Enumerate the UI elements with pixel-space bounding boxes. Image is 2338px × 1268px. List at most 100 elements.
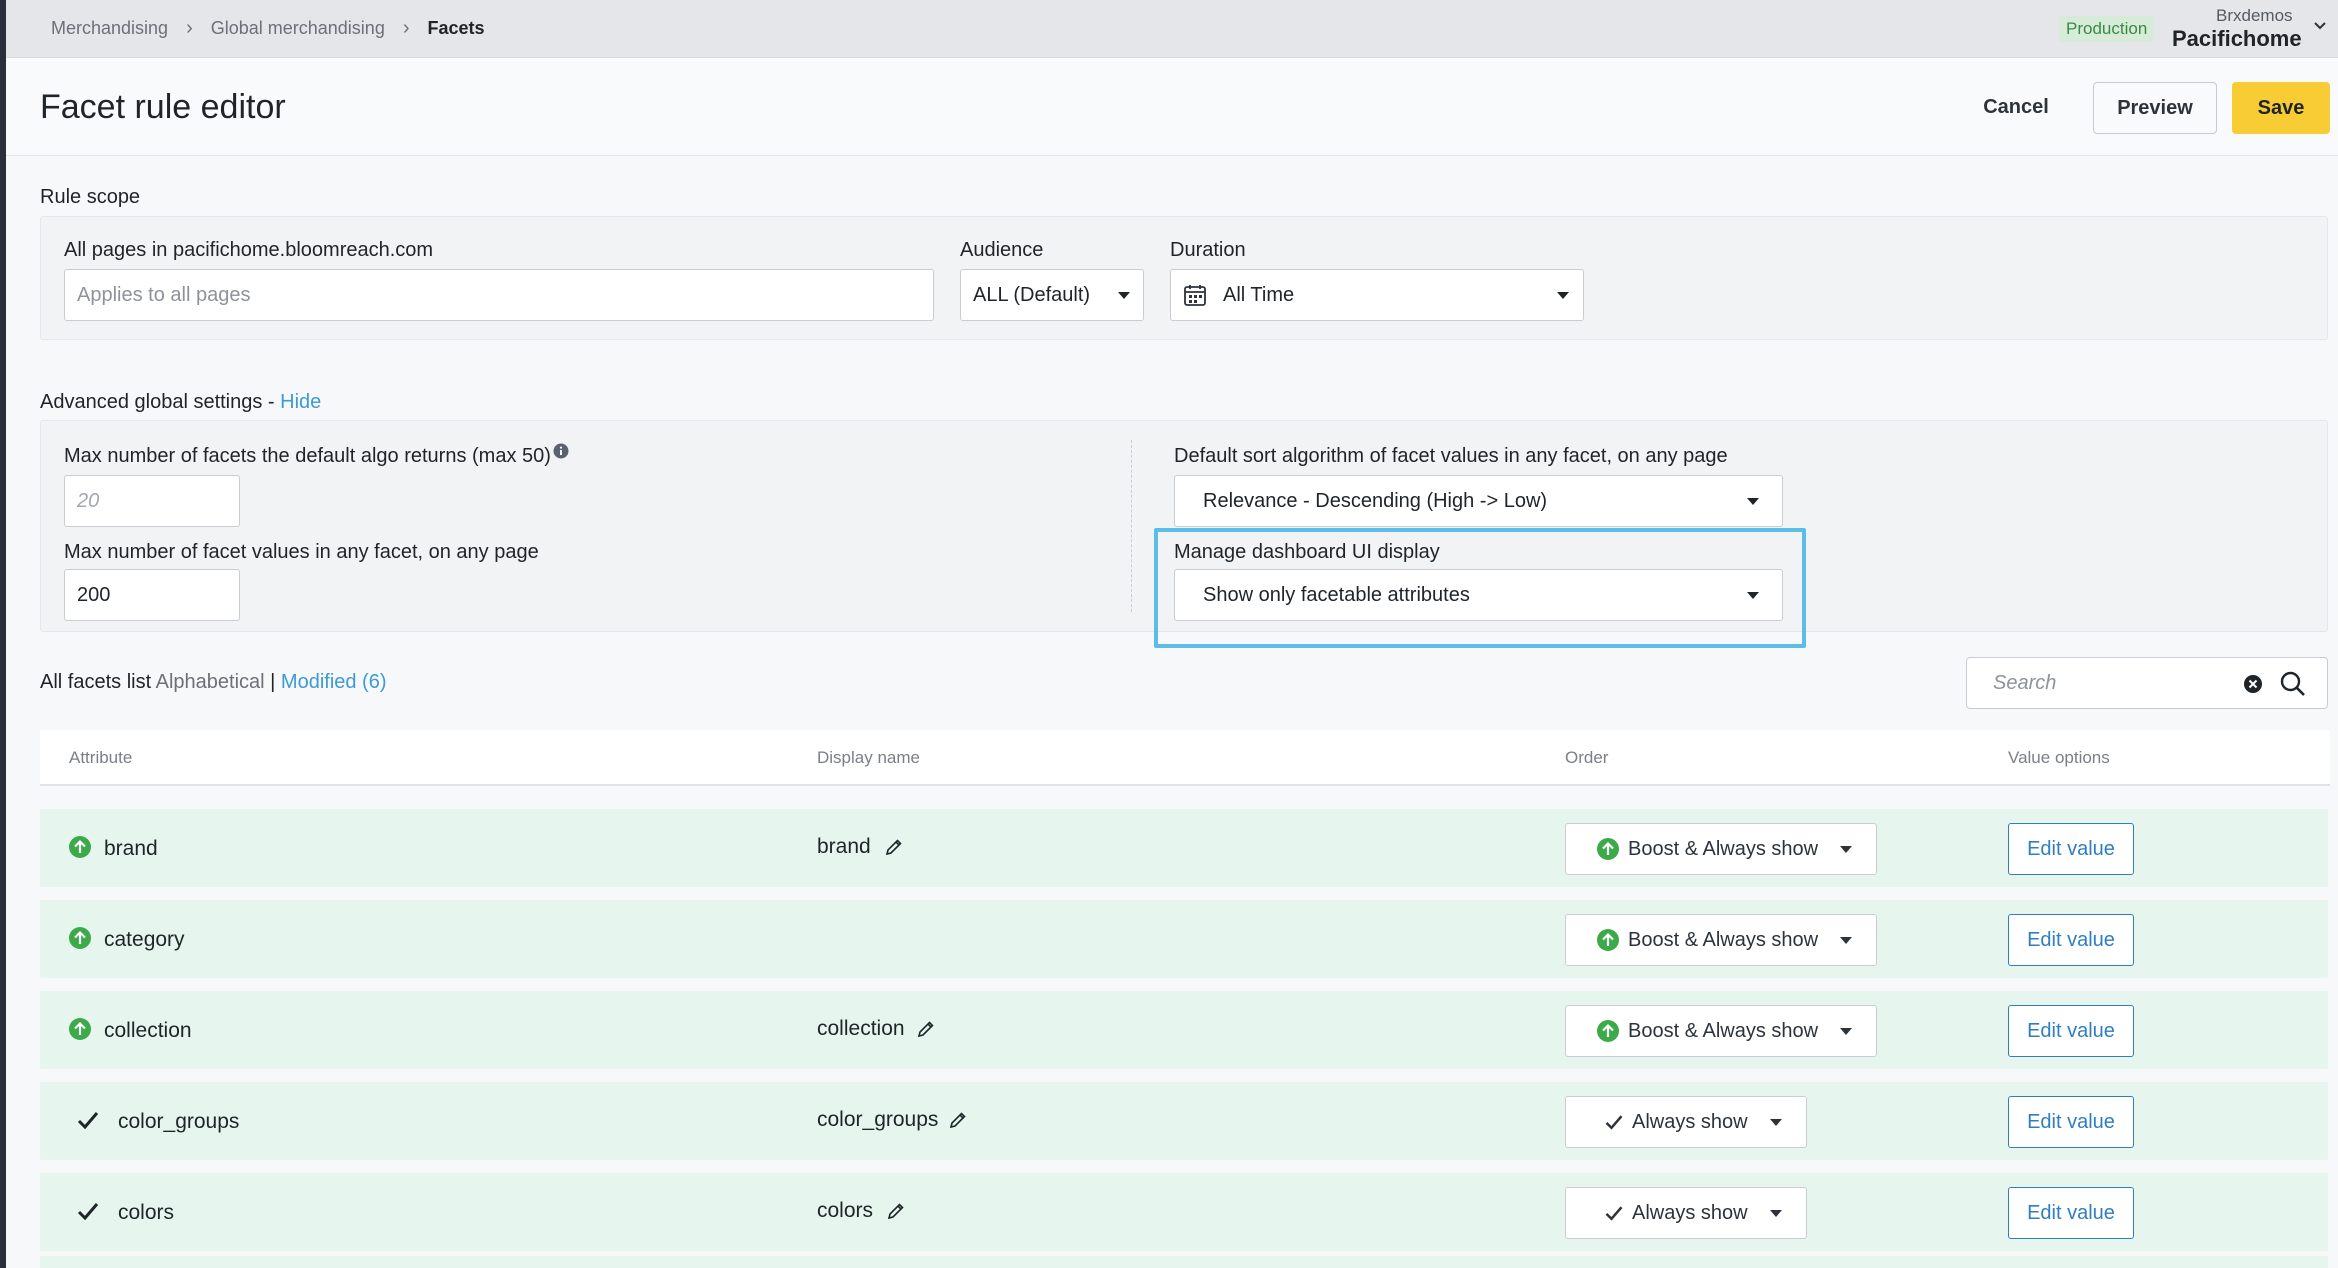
ui-display-select[interactable]: Show only facetable attributes	[1174, 569, 1783, 621]
sort-algorithm-select[interactable]: Relevance - Descending (High -> Low)	[1174, 475, 1783, 527]
audience-select[interactable]: ALL (Default)	[960, 269, 1144, 321]
boost-icon	[69, 836, 91, 858]
chevron-down-icon[interactable]	[2312, 18, 2328, 34]
edit-value-button[interactable]: Edit value	[2008, 914, 2134, 966]
max-facets-label: Max number of facets the default algo re…	[64, 445, 551, 467]
attribute-name: brand	[104, 837, 158, 860]
boost-icon	[1597, 1020, 1619, 1042]
preview-button[interactable]: Preview	[2093, 82, 2217, 134]
edit-value-button[interactable]: Edit value	[2008, 1096, 2134, 1148]
ui-display-value: Show only facetable attributes	[1203, 583, 1470, 606]
pencil-icon[interactable]	[916, 1019, 936, 1039]
table-row: collection collection Boost & Always sho…	[40, 991, 2328, 1069]
table-header: Attribute Display name Order Value optio…	[40, 730, 2330, 786]
panel-divider	[1131, 440, 1132, 612]
order-dropdown[interactable]: Boost & Always show	[1565, 914, 1877, 966]
check-icon	[1605, 1115, 1623, 1130]
order-value: Always show	[1632, 1110, 1748, 1133]
order-dropdown[interactable]: Always show	[1565, 1096, 1807, 1148]
max-facets-input[interactable]: 20	[64, 475, 240, 527]
boost-icon	[69, 927, 91, 949]
edit-value-button[interactable]: Edit value	[2008, 823, 2134, 875]
table-row: brand brand Boost & Always show Edit val…	[40, 809, 2328, 887]
advanced-settings-panel: Max number of facets the default algo re…	[40, 420, 2328, 632]
boost-icon	[69, 1018, 91, 1040]
search-box	[1966, 657, 2328, 709]
attribute-name: colors	[118, 1201, 175, 1224]
facets-list-header: All facets list Alphabetical | Modified …	[40, 671, 387, 694]
breadcrumb-current: Facets	[427, 18, 485, 38]
search-icon[interactable]	[2279, 670, 2307, 698]
caret-down-icon	[1557, 292, 1569, 299]
display-name: colors	[817, 1199, 874, 1222]
order-dropdown[interactable]: Boost & Always show	[1565, 823, 1877, 875]
page-title: Facet rule editor	[40, 88, 286, 126]
hide-toggle-link[interactable]: Hide	[280, 391, 321, 413]
check-icon	[77, 1112, 99, 1130]
column-value-options[interactable]: Value options	[2008, 748, 2110, 768]
sort-algorithm-label: Default sort algorithm of facet values i…	[1174, 445, 1728, 467]
calendar-icon	[1184, 285, 1206, 306]
sort-algorithm-value: Relevance - Descending (High -> Low)	[1203, 489, 1548, 512]
order-value: Boost & Always show	[1628, 837, 1819, 860]
caret-down-icon	[1840, 936, 1853, 944]
sort-divider: |	[270, 671, 276, 693]
advanced-settings-title: Advanced global settings -	[40, 391, 275, 413]
pencil-icon[interactable]	[948, 1110, 968, 1130]
caret-down-icon	[1747, 498, 1759, 505]
account-name[interactable]: Pacifichome	[2172, 26, 2302, 52]
pencil-icon[interactable]	[884, 837, 904, 857]
next-row-partial	[40, 1256, 2328, 1268]
app-left-rail	[0, 0, 6, 1268]
sort-alphabetical-link[interactable]: Alphabetical	[156, 671, 265, 693]
edit-value-button[interactable]: Edit value	[2008, 1005, 2134, 1057]
caret-down-icon	[1840, 845, 1853, 853]
column-attribute[interactable]: Attribute	[69, 748, 132, 768]
pencil-icon[interactable]	[886, 1201, 906, 1221]
order-value: Always show	[1632, 1201, 1748, 1224]
search-input[interactable]	[1967, 658, 2237, 708]
max-values-input[interactable]: 200	[64, 569, 240, 621]
sort-modified-link[interactable]: Modified (6)	[281, 671, 387, 693]
boost-icon	[1597, 838, 1619, 860]
display-name: color_groups	[817, 1108, 939, 1131]
page-header: Facet rule editor Cancel Preview Save	[6, 58, 2338, 156]
pages-label: All pages in pacifichome.bloomreach.com	[64, 239, 434, 261]
breadcrumb-separator-icon: ›	[402, 17, 410, 39]
clear-icon[interactable]	[2242, 673, 2264, 695]
breadcrumb-global-merchandising[interactable]: Global merchandising	[211, 18, 385, 39]
caret-down-icon	[1769, 1118, 1782, 1126]
check-icon	[1605, 1206, 1623, 1221]
breadcrumb-separator-icon: ›	[186, 17, 193, 39]
order-value: Boost & Always show	[1628, 928, 1819, 951]
breadcrumb: Merchandising › Global merchandising › F…	[51, 17, 485, 40]
audience-value: ALL (Default)	[973, 283, 1091, 306]
info-icon[interactable]	[553, 443, 569, 459]
display-name: collection	[817, 1017, 905, 1040]
advanced-settings-label: Advanced global settings - Hide	[40, 391, 321, 414]
pages-input[interactable]: Applies to all pages	[64, 269, 934, 321]
duration-select[interactable]: All Time	[1170, 269, 1584, 321]
rule-scope-panel: All pages in pacifichome.bloomreach.com …	[40, 216, 2328, 340]
attribute-name: color_groups	[118, 1110, 240, 1133]
attribute-name: collection	[104, 1019, 192, 1042]
caret-down-icon	[1118, 292, 1130, 299]
top-bar: Merchandising › Global merchandising › F…	[6, 0, 2338, 58]
order-dropdown[interactable]: Always show	[1565, 1187, 1807, 1239]
caret-down-icon	[1840, 1027, 1853, 1035]
save-button[interactable]: Save	[2232, 82, 2330, 134]
column-order[interactable]: Order	[1565, 748, 1608, 768]
audience-label: Audience	[960, 239, 1044, 261]
facets-list-label: All facets list	[40, 671, 152, 693]
display-name: brand	[817, 835, 871, 858]
breadcrumb-merchandising[interactable]: Merchandising	[51, 18, 168, 39]
environment-badge: Production	[2059, 16, 2155, 42]
cancel-button[interactable]: Cancel	[1966, 82, 2066, 132]
boost-icon	[1597, 929, 1619, 951]
order-dropdown[interactable]: Boost & Always show	[1565, 1005, 1877, 1057]
table-row: color_groups color_groups Always show Ed…	[40, 1082, 2328, 1160]
account-org[interactable]: Brxdemos	[2216, 6, 2293, 26]
edit-value-button[interactable]: Edit value	[2008, 1187, 2134, 1239]
column-display-name[interactable]: Display name	[817, 748, 920, 768]
caret-down-icon	[1769, 1209, 1782, 1217]
